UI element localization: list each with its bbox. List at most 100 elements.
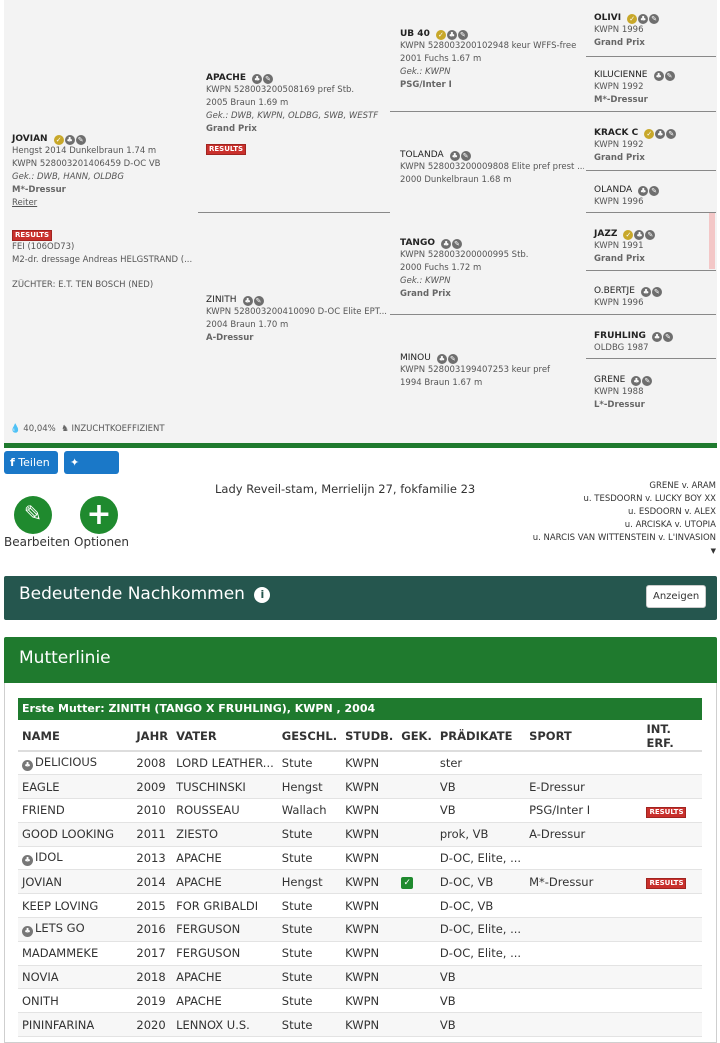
edit-icon[interactable]: ✎ xyxy=(75,135,86,145)
options-label[interactable]: Optionen xyxy=(74,535,129,549)
horse-name-link[interactable]: GOOD LOOKING xyxy=(22,827,114,841)
show-offspring-button[interactable]: Anzeigen xyxy=(646,585,707,608)
horse-name-link[interactable]: ONITH xyxy=(22,994,59,1008)
horse-name-link[interactable]: NOVIA xyxy=(22,970,59,984)
edit-icon[interactable]: ✎ xyxy=(664,71,675,81)
gen4-name[interactable]: GRENE xyxy=(594,375,625,385)
offspring-icon[interactable]: ♣ xyxy=(22,760,33,772)
offspring-icon[interactable]: ♣ xyxy=(449,151,460,161)
cell-sire[interactable]: APACHE xyxy=(172,965,278,990)
offspring-icon[interactable]: ♣ xyxy=(653,71,664,81)
offspring-icon[interactable]: ♣ xyxy=(441,239,452,249)
edit-icon[interactable]: ✎ xyxy=(457,30,468,40)
edit-label[interactable]: Bearbeiten xyxy=(4,535,70,549)
edit-icon[interactable]: ✎ xyxy=(663,332,674,342)
horse-name-link[interactable]: DELICIOUS xyxy=(35,755,97,769)
cell-name[interactable]: MADAMMEKE xyxy=(18,941,133,966)
cell-sire[interactable]: ZIESTO xyxy=(172,822,278,847)
cell-sire[interactable]: FERGUSON xyxy=(172,941,278,966)
table-row[interactable]: EAGLE 2009 TUSCHINSKI Hengst KWPN VB E-Dressur xyxy=(18,774,702,800)
results-badge[interactable]: RESULTS xyxy=(646,878,687,890)
cell-name[interactable]: KEEP LOVING xyxy=(18,893,133,919)
col-year[interactable]: JAHR xyxy=(132,722,173,752)
cell-name[interactable]: ONITH xyxy=(18,988,133,1014)
edit-button[interactable]: ✎ xyxy=(14,496,52,534)
offspring-icon[interactable]: ♣ xyxy=(22,926,33,938)
edit-icon[interactable]: ✎ xyxy=(642,376,653,386)
rider-link[interactable]: Reiter xyxy=(12,197,192,210)
gen4-name[interactable]: KILUCIENNE xyxy=(594,70,648,80)
table-row[interactable]: ONITH 2019 APACHE Stute KWPN VB xyxy=(18,988,702,1014)
gen4-name[interactable]: KRACK C xyxy=(594,128,638,138)
horse-name[interactable]: JOVIAN xyxy=(12,134,48,144)
first-dam-header[interactable]: Erste Mutter: ZINITH (TANGO X FRUHLING),… xyxy=(18,698,702,720)
col-int-results[interactable]: INT. ERF. xyxy=(642,722,702,752)
col-predicates[interactable]: PRÄDIKATE xyxy=(435,722,526,752)
table-row[interactable]: ♣ LETS GO 2016 FERGUSON Stute KWPN D-OC, Elite… xyxy=(18,917,702,942)
results-badge[interactable]: RESULTS xyxy=(12,230,53,241)
facebook-share-button[interactable]: f Teilen xyxy=(4,451,58,474)
edit-icon[interactable]: ✎ xyxy=(649,186,660,196)
offspring-icon[interactable]: ♣ xyxy=(638,186,649,196)
offspring-icon[interactable]: ♣ xyxy=(631,376,642,386)
col-studbook[interactable]: STUDB. xyxy=(341,722,398,752)
edit-icon[interactable]: ✎ xyxy=(452,239,463,249)
gen4-name[interactable]: OLIVI xyxy=(594,13,621,23)
edit-icon[interactable]: ✎ xyxy=(253,296,264,306)
gen4-name[interactable]: FRUHLING xyxy=(594,331,646,341)
horse-name-link[interactable]: JOVIAN xyxy=(22,875,62,889)
cell-name[interactable]: NOVIA xyxy=(18,965,133,990)
offspring-icon[interactable]: ♣ xyxy=(436,354,447,364)
horse-name-link[interactable]: PININFARINA xyxy=(22,1018,94,1032)
col-sex[interactable]: GESCHL. xyxy=(277,722,342,752)
offspring-icon[interactable]: ♣ xyxy=(242,296,253,306)
table-row[interactable]: ♣ IDOL 2013 APACHE Stute KWPN D-OC, Elite, ... xyxy=(18,846,702,871)
horse-name-link[interactable]: EAGLE xyxy=(22,780,60,794)
options-button[interactable]: + xyxy=(80,496,118,534)
col-name[interactable]: NAME xyxy=(18,722,133,752)
cell-name[interactable]: FRIEND xyxy=(18,798,133,823)
cell-sire[interactable]: APACHE xyxy=(172,988,278,1014)
cell-sire[interactable]: ROUSSEAU xyxy=(172,798,278,823)
gen4-name[interactable]: JAZZ xyxy=(594,229,617,239)
ds-name[interactable]: TANGO xyxy=(400,238,435,248)
horse-name-link[interactable]: MADAMMEKE xyxy=(22,946,98,960)
cell-name[interactable]: JOVIAN xyxy=(18,869,133,895)
table-row[interactable]: KEEP LOVING 2015 FOR GRIBALDI Stute KWPN D-OC… xyxy=(18,893,702,919)
cell-sire[interactable]: APACHE xyxy=(172,869,278,895)
edit-icon[interactable]: ✎ xyxy=(460,151,471,161)
gen4-name[interactable]: OLANDA xyxy=(594,185,632,195)
twitter-share-button[interactable]: ✦ Teilen xyxy=(64,451,119,492)
results-badge[interactable]: RESULTS xyxy=(206,144,247,155)
cell-sire[interactable]: TUSCHINSKI xyxy=(172,774,278,800)
sd-name[interactable]: TOLANDA xyxy=(400,150,444,160)
gen4-name[interactable]: O.BERTJE xyxy=(594,286,635,296)
cell-name[interactable]: EAGLE xyxy=(18,774,133,800)
edit-icon[interactable]: ✎ xyxy=(651,287,662,297)
offspring-icon[interactable]: ♣ xyxy=(446,30,457,40)
horse-name-link[interactable]: KEEP LOVING xyxy=(22,899,98,913)
col-sport[interactable]: SPORT xyxy=(525,722,643,752)
dd-name[interactable]: MINOU xyxy=(400,353,431,363)
sire-name[interactable]: APACHE xyxy=(206,73,246,83)
edit-icon[interactable]: ✎ xyxy=(263,74,274,84)
cell-sire[interactable]: LORD LEATHER... xyxy=(172,751,278,776)
table-row[interactable]: NOVIA 2018 APACHE Stute KWPN VB xyxy=(18,965,702,990)
edit-icon[interactable]: ✎ xyxy=(645,230,656,240)
cell-name[interactable]: ♣ IDOL xyxy=(18,846,133,871)
table-row[interactable]: MADAMMEKE 2017 FERGUSON Stute KWPN D-OC, Elit… xyxy=(18,941,702,966)
cell-sire[interactable]: APACHE xyxy=(172,846,278,871)
dam-name[interactable]: ZINITH xyxy=(206,295,236,305)
cell-name[interactable]: ♣ DELICIOUS xyxy=(18,751,133,776)
table-row[interactable]: FRIEND 2010 ROUSSEAU Wallach KWPN VB PSG/Inter… xyxy=(18,798,702,823)
edit-icon[interactable]: ✎ xyxy=(649,14,660,24)
col-sire[interactable]: VATER xyxy=(172,722,278,752)
results-badge[interactable]: RESULTS xyxy=(646,806,687,818)
table-row[interactable]: JOVIAN 2014 APACHE Hengst KWPN ✓ D-OC, VB M*-Dr… xyxy=(18,869,702,895)
table-row[interactable]: ♣ DELICIOUS 2008 LORD LEATHER... Stute KWPN st… xyxy=(18,751,702,776)
edit-icon[interactable]: ✎ xyxy=(447,354,458,364)
cell-sire[interactable]: FERGUSON xyxy=(172,917,278,942)
offspring-icon[interactable]: ♣ xyxy=(652,332,663,342)
horse-name-link[interactable]: LETS GO xyxy=(35,921,85,935)
offspring-icon[interactable]: ♣ xyxy=(638,14,649,24)
